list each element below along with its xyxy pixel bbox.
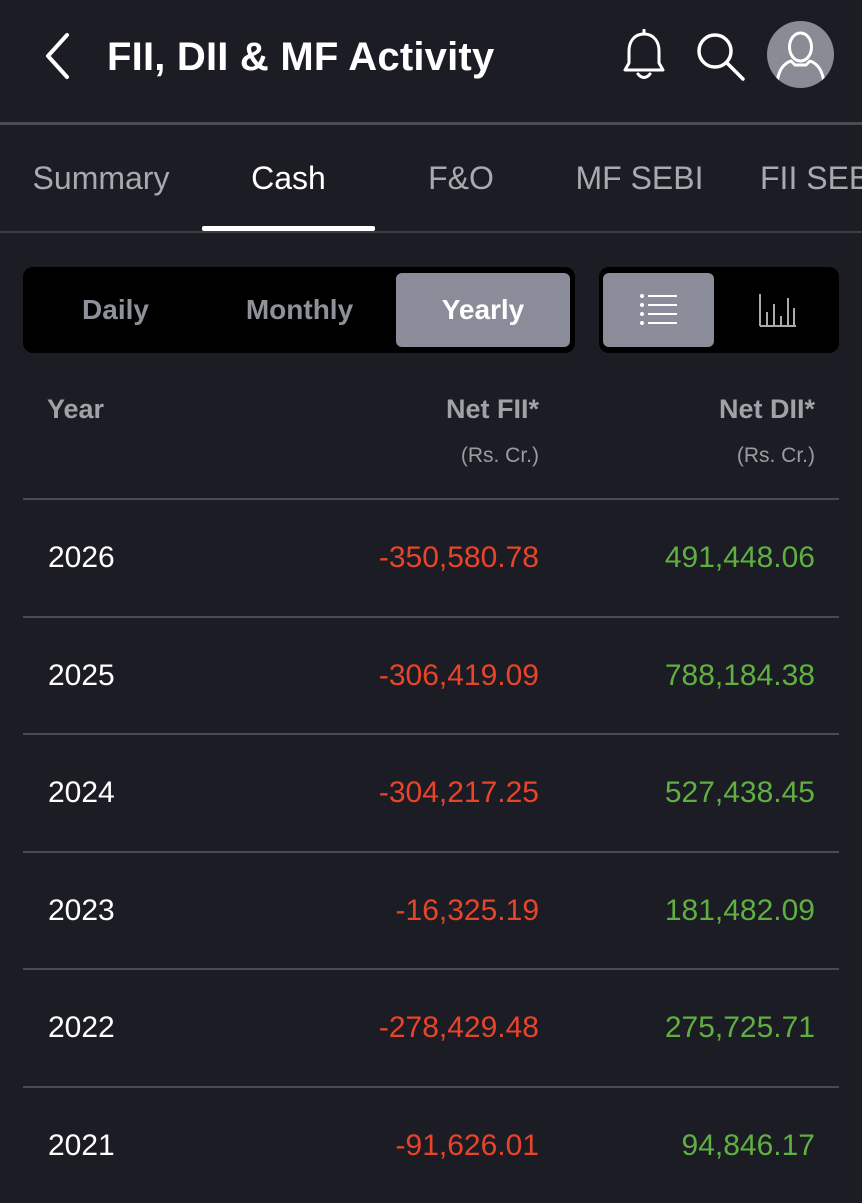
net-fii-cell: -306,419.09 — [378, 658, 539, 692]
net-fii-cell: -350,580.78 — [378, 540, 539, 574]
column-unit-net-dii: (Rs. Cr.) — [736, 444, 815, 467]
table-row[interactable]: 2024 -304,217.25 527,438.45 — [23, 733, 839, 850]
list-view-button[interactable] — [603, 273, 714, 347]
table-row[interactable]: 2025 -306,419.09 788,184.38 — [23, 616, 839, 733]
tab-fii-sebi[interactable]: FII SEBI — [732, 125, 862, 232]
search-icon — [697, 33, 745, 81]
column-header-year: Year — [47, 394, 105, 424]
net-dii-cell: 527,438.45 — [664, 775, 815, 809]
back-icon — [46, 33, 69, 79]
view-toggle — [599, 267, 839, 353]
tab-mf-sebi[interactable]: MF SEBI — [547, 125, 732, 232]
page-title: FII, DII & MF Activity — [107, 35, 495, 79]
tab-cash[interactable]: Cash — [202, 125, 375, 232]
net-dii-cell: 181,482.09 — [664, 893, 815, 927]
app-header: FII, DII & MF Activity — [0, 0, 862, 124]
table-row[interactable]: 2023 -16,325.19 181,482.09 — [23, 851, 839, 968]
column-header-net-dii: Net DII* — [718, 394, 815, 424]
net-fii-cell: -16,325.19 — [395, 893, 539, 927]
list-icon — [639, 294, 677, 325]
search-button[interactable] — [692, 26, 748, 86]
period-monthly-button[interactable]: Monthly — [213, 273, 386, 347]
tab-bar: Summary Cash F&O MF SEBI FII SEBI — [0, 125, 862, 232]
year-cell: 2025 — [48, 658, 115, 692]
table-row[interactable]: 2021 -91,626.01 94,846.17 — [23, 1086, 839, 1203]
year-cell: 2023 — [48, 893, 115, 927]
column-header-net-fii: Net FII* — [445, 394, 539, 424]
tabs-divider — [0, 231, 862, 233]
year-cell: 2021 — [48, 1128, 115, 1162]
column-unit-net-fii: (Rs. Cr.) — [460, 444, 539, 467]
net-fii-cell: -278,429.48 — [378, 1010, 539, 1044]
tab-summary[interactable]: Summary — [0, 125, 202, 232]
net-dii-cell: 275,725.71 — [664, 1010, 815, 1044]
period-selector: Daily Monthly Yearly — [23, 267, 575, 353]
year-cell: 2022 — [48, 1010, 115, 1044]
bell-icon — [623, 29, 665, 79]
tab-fno[interactable]: F&O — [375, 125, 547, 232]
back-button[interactable] — [30, 28, 86, 84]
net-dii-cell: 788,184.38 — [664, 658, 815, 692]
notifications-button[interactable] — [616, 26, 672, 86]
net-fii-cell: -91,626.01 — [395, 1128, 539, 1162]
net-fii-cell: -304,217.25 — [378, 775, 539, 809]
year-cell: 2026 — [48, 540, 115, 574]
chart-view-button[interactable] — [722, 273, 833, 347]
year-cell: 2024 — [48, 775, 115, 809]
net-dii-cell: 491,448.06 — [664, 540, 815, 574]
avatar-icon — [775, 31, 826, 84]
period-daily-button[interactable]: Daily — [29, 273, 202, 347]
table-row[interactable]: 2026 -350,580.78 491,448.06 — [23, 498, 839, 615]
net-dii-cell: 94,846.17 — [681, 1128, 815, 1162]
period-yearly-button[interactable]: Yearly — [396, 273, 570, 347]
bar-chart-icon — [758, 294, 796, 327]
table-row[interactable]: 2022 -278,429.48 275,725.71 — [23, 968, 839, 1085]
avatar[interactable] — [767, 21, 834, 88]
